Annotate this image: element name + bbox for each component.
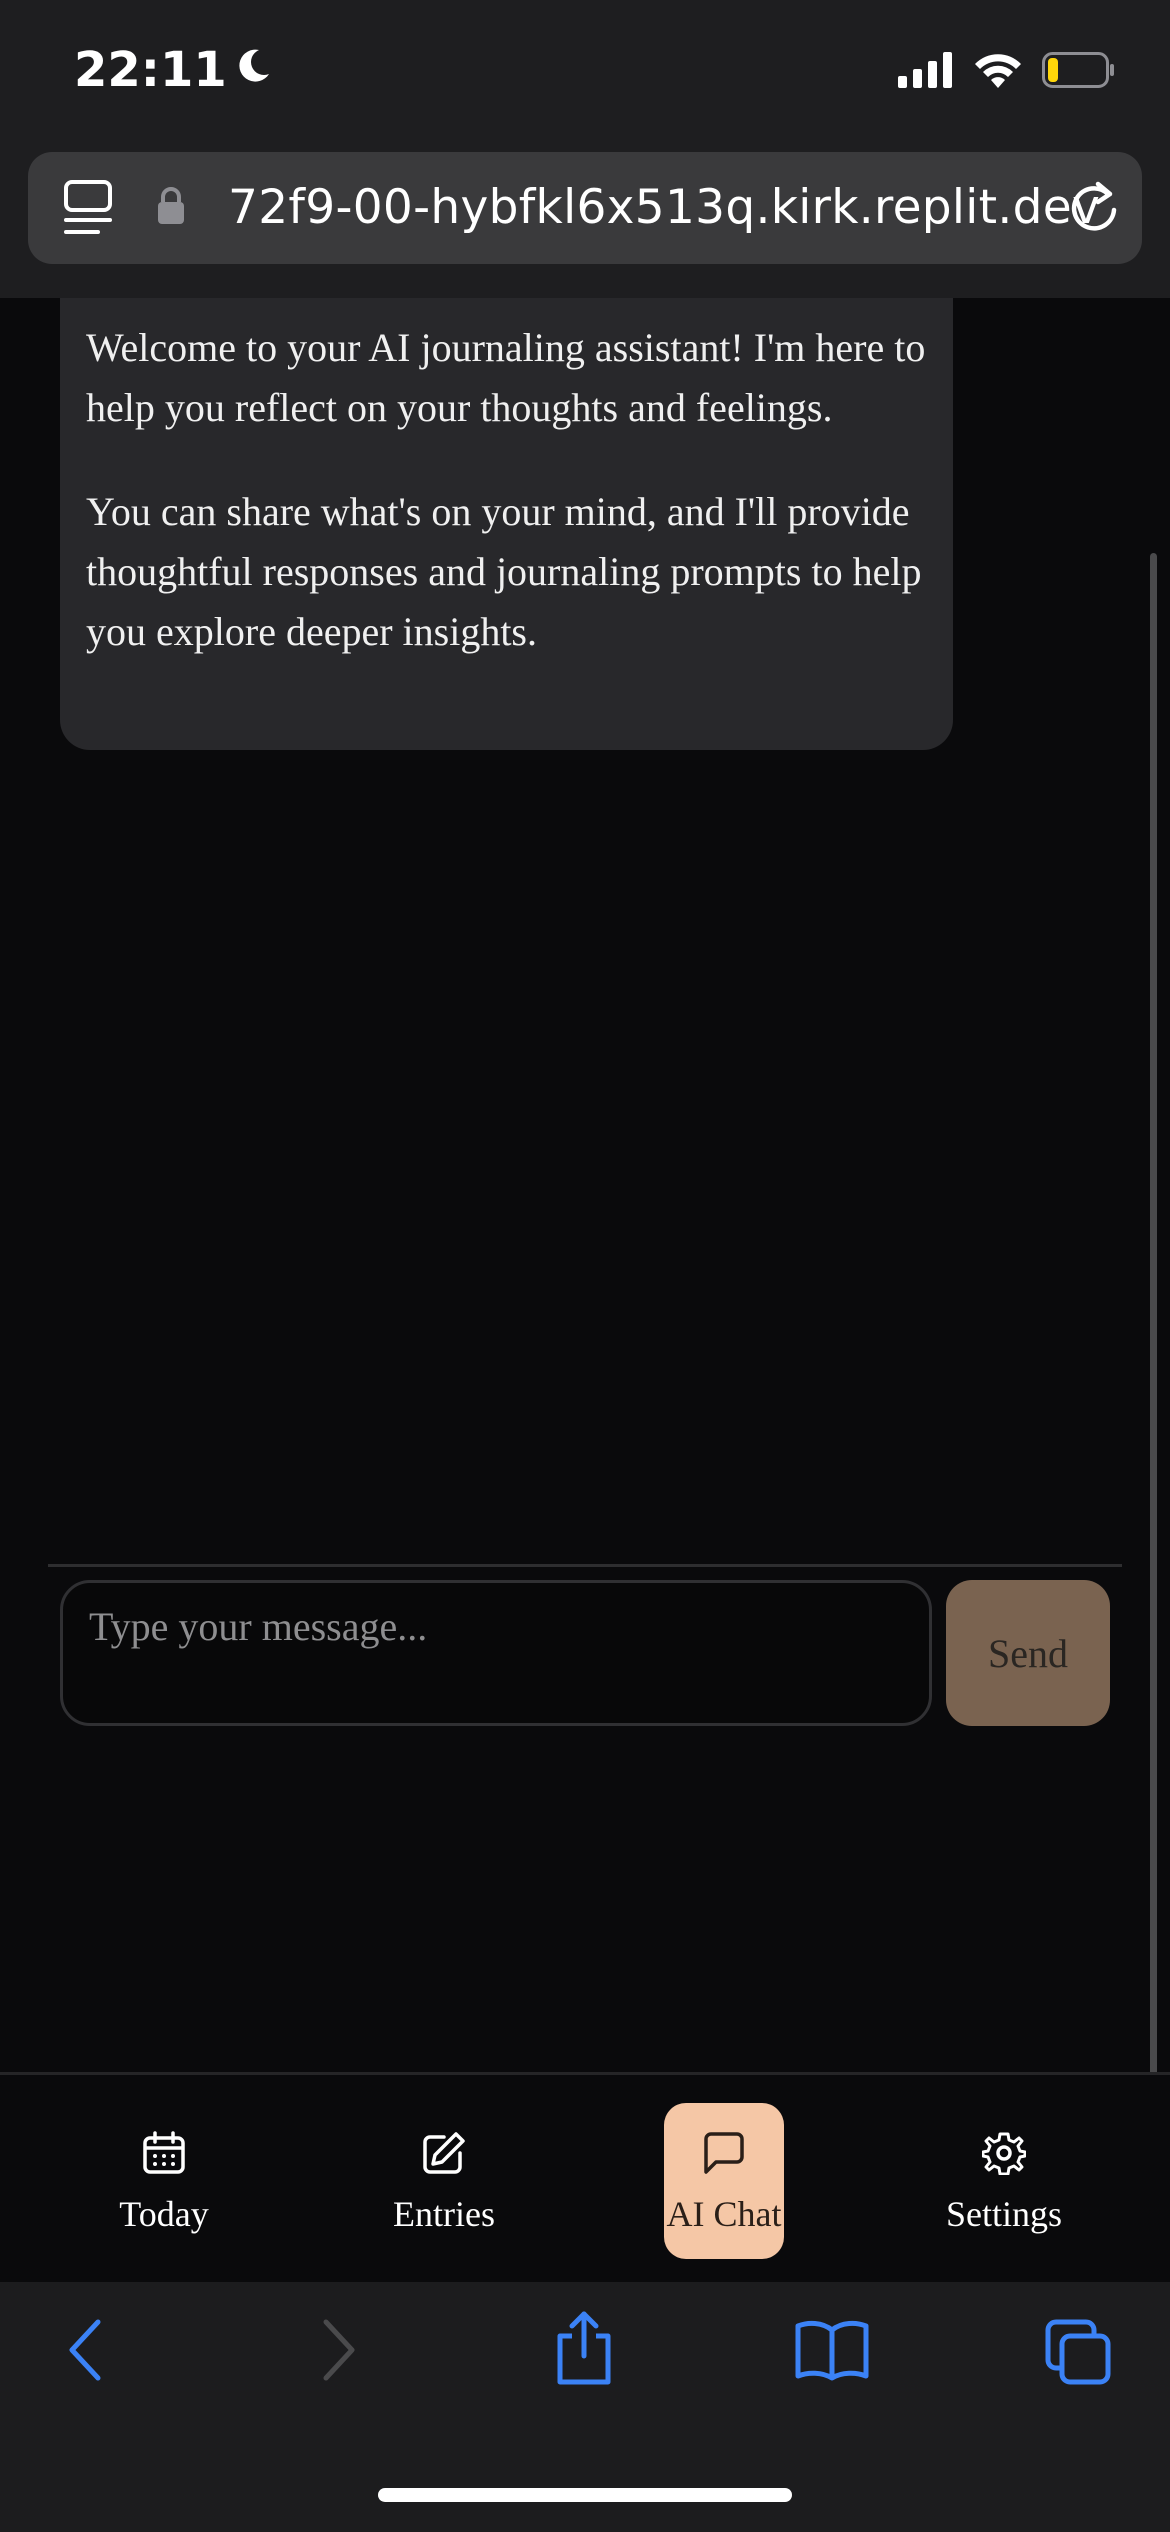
calendar-icon <box>142 2123 186 2183</box>
forward-icon[interactable] <box>316 2318 360 2382</box>
nav-label: Entries <box>393 2194 495 2234</box>
nav-item-settings[interactable]: Settings <box>904 2103 1104 2253</box>
time-text: 22:11 <box>74 42 227 98</box>
tab-overview-icon[interactable] <box>64 180 116 240</box>
message-icon <box>702 2123 746 2183</box>
lock-icon <box>156 186 186 230</box>
send-button[interactable]: Send <box>946 1580 1110 1726</box>
status-bar: 22:11 <box>0 0 1170 150</box>
wifi-icon <box>974 52 1022 92</box>
share-icon[interactable] <box>552 2310 616 2386</box>
nav-label: Settings <box>945 2194 1062 2234</box>
nav-item-today[interactable]: Today <box>64 2103 264 2253</box>
address-bar[interactable]: 72f9-00-hybfkl6x513q.kirk.replit.dev <box>28 152 1142 264</box>
message-paragraph: You can share what's on your mind, and I… <box>86 489 922 654</box>
moon-icon <box>233 42 273 98</box>
reload-icon[interactable] <box>1068 180 1120 240</box>
scrollbar[interactable] <box>1150 553 1157 2269</box>
chat-area: Welcome to your AI journaling assistant!… <box>0 298 1170 2072</box>
edit-icon <box>422 2123 466 2183</box>
bookmarks-icon[interactable] <box>794 2318 870 2382</box>
home-indicator <box>378 2488 792 2502</box>
nav-item-ai-chat[interactable]: AI Chat <box>664 2103 784 2259</box>
message-paragraph: Welcome to your AI journaling assistant!… <box>86 325 926 430</box>
back-icon[interactable] <box>64 2318 108 2382</box>
tabs-icon[interactable] <box>1044 2318 1114 2386</box>
browser-toolbar: 72f9-00-hybfkl6x513q.kirk.replit.dev <box>0 150 1170 298</box>
status-time: 22:11 <box>74 42 273 98</box>
gear-icon <box>982 2123 1026 2183</box>
status-icons <box>898 52 1114 92</box>
bottom-nav: Today Entries AI Chat Settings <box>0 2072 1170 2285</box>
url-text[interactable]: 72f9-00-hybfkl6x513q.kirk.replit.dev <box>228 180 1100 235</box>
nav-item-entries[interactable]: Entries <box>344 2103 544 2253</box>
battery-icon <box>1042 52 1114 92</box>
nav-label: Today <box>119 2194 209 2234</box>
nav-label: AI Chat <box>666 2194 782 2234</box>
message-input-placeholder: Type your message... <box>89 1604 428 1649</box>
message-input[interactable]: Type your message... <box>60 1580 932 1726</box>
composer-divider <box>48 1564 1122 1567</box>
cellular-signal-icon <box>898 52 954 92</box>
assistant-message-bubble: Welcome to your AI journaling assistant!… <box>60 298 953 750</box>
